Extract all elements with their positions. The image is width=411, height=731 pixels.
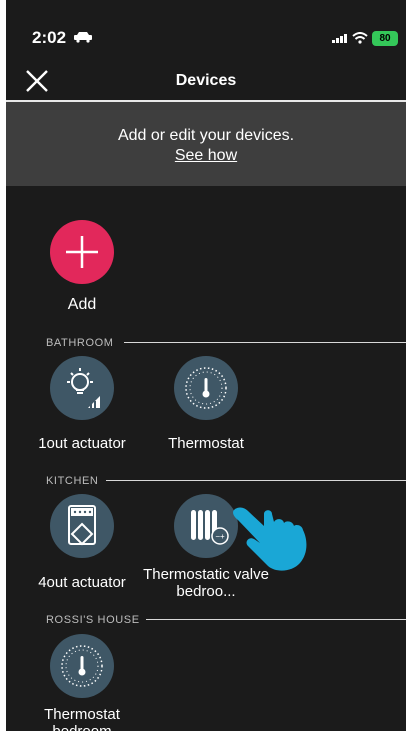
section-divider <box>124 342 406 343</box>
section-divider <box>146 619 406 620</box>
add-device-label: Add <box>67 296 97 313</box>
info-banner: Add or edit your devices. See how <box>6 102 406 186</box>
section-title-kitchen: KITCHEN <box>46 475 99 487</box>
multi-output-actuator-icon <box>68 505 96 546</box>
status-time: 2:02 <box>32 28 67 47</box>
device-label: 1out actuator <box>38 435 126 452</box>
banner-text: Add or edit your devices. <box>117 127 295 144</box>
section-title-bathroom: BATHROOM <box>46 337 114 349</box>
section-divider <box>106 480 406 481</box>
cellular-signal-icon <box>332 34 347 43</box>
device-thermostat[interactable] <box>174 356 238 420</box>
light-actuator-icon <box>67 368 100 408</box>
device-label: Thermostat <box>168 435 244 452</box>
status-bar: 2:02 80 <box>6 0 406 62</box>
page-title: Devices <box>175 72 237 89</box>
plus-icon <box>66 236 98 268</box>
car-icon <box>74 32 92 43</box>
section-title-rossis-house: ROSSI'S HOUSE <box>46 614 140 626</box>
thermostat-icon <box>185 367 227 409</box>
svg-text:−+: −+ <box>215 532 225 541</box>
device-thermostatic-valve[interactable]: −+ <box>174 494 238 558</box>
device-1out-actuator[interactable] <box>50 356 114 420</box>
top-bar: Devices <box>6 62 406 102</box>
device-label: Thermostat bedroom <box>44 706 120 731</box>
device-label: 4out actuator <box>38 574 126 591</box>
device-thermostat-bedroom[interactable] <box>50 634 114 698</box>
battery-indicator: 80 <box>372 31 398 46</box>
wifi-icon <box>352 32 368 44</box>
pointing-hand-icon <box>233 507 307 571</box>
thermostat-icon <box>61 645 103 687</box>
see-how-link[interactable]: See how <box>175 147 237 165</box>
device-4out-actuator[interactable] <box>50 494 114 558</box>
add-device-button[interactable] <box>50 220 114 284</box>
app-screen: 2:02 80 Devices Add or edit your devices… <box>6 0 406 731</box>
radiator-valve-icon: −+ <box>191 510 229 545</box>
